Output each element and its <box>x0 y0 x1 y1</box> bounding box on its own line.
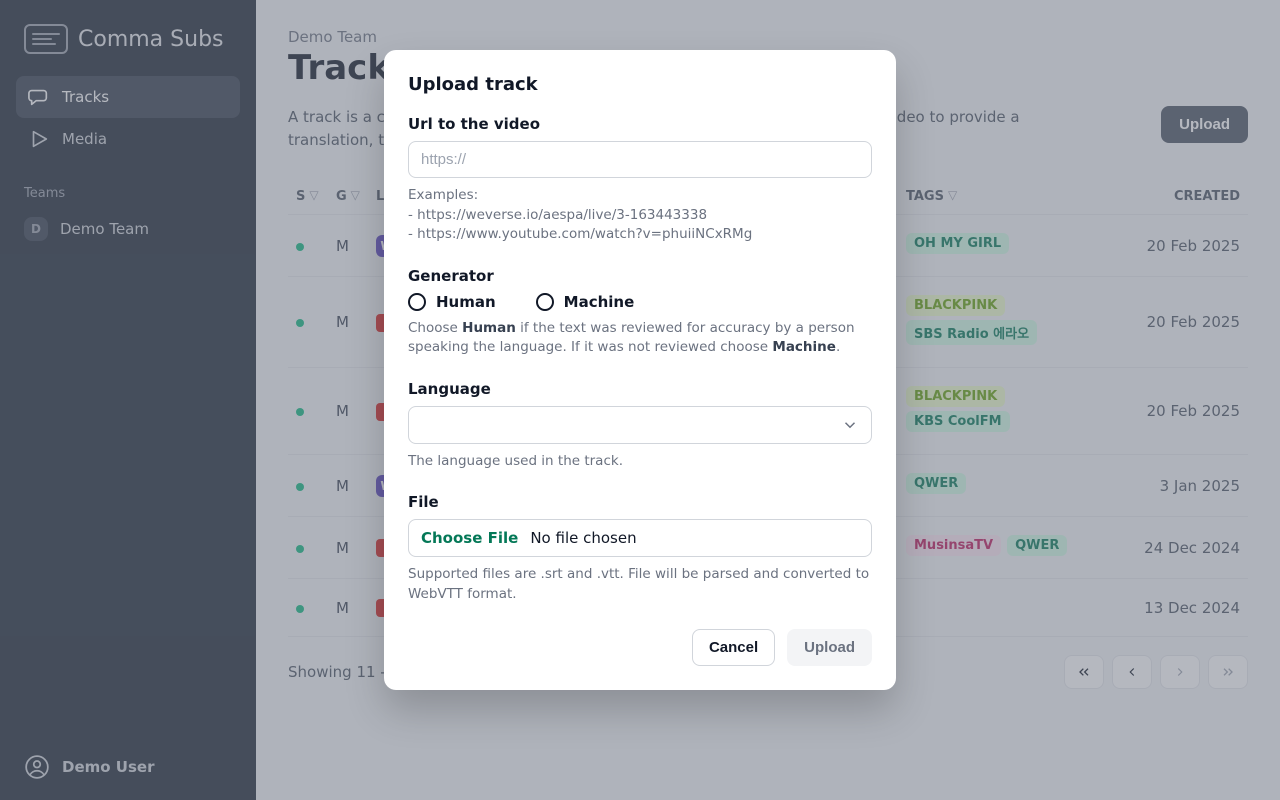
generator-label: Generator <box>408 267 872 285</box>
file-help: Supported files are .srt and .vtt. File … <box>408 565 872 604</box>
generator-radio-human[interactable]: Human <box>408 293 496 311</box>
generator-radio-machine[interactable]: Machine <box>536 293 635 311</box>
chevron-down-icon <box>841 416 859 434</box>
radio-label: Machine <box>564 293 635 311</box>
upload-submit-button[interactable]: Upload <box>787 629 872 666</box>
file-input[interactable]: Choose File No file chosen <box>408 519 872 557</box>
language-help: The language used in the track. <box>408 452 872 472</box>
cancel-button[interactable]: Cancel <box>692 629 775 666</box>
modal-overlay[interactable]: Upload track Url to the video Examples: … <box>0 0 1280 800</box>
url-section: Url to the video Examples: - https://wev… <box>408 115 872 245</box>
file-section: File Choose File No file chosen Supporte… <box>408 493 872 604</box>
language-label: Language <box>408 380 872 398</box>
modal-title: Upload track <box>408 74 872 95</box>
language-section: Language The language used in the track. <box>408 380 872 472</box>
radio-label: Human <box>436 293 496 311</box>
generator-help: Choose Human if the text was reviewed fo… <box>408 319 872 358</box>
file-status: No file chosen <box>530 529 636 547</box>
file-label: File <box>408 493 872 511</box>
url-input[interactable] <box>408 141 872 178</box>
generator-section: Generator Human Machine Choose Human if … <box>408 267 872 358</box>
radio-icon <box>536 293 554 311</box>
url-help: Examples: - https://weverse.io/aespa/liv… <box>408 186 872 245</box>
choose-file-button[interactable]: Choose File <box>421 529 518 547</box>
upload-track-modal: Upload track Url to the video Examples: … <box>384 50 896 690</box>
radio-icon <box>408 293 426 311</box>
language-select[interactable] <box>408 406 872 444</box>
url-label: Url to the video <box>408 115 872 133</box>
modal-actions: Cancel Upload <box>408 629 872 666</box>
